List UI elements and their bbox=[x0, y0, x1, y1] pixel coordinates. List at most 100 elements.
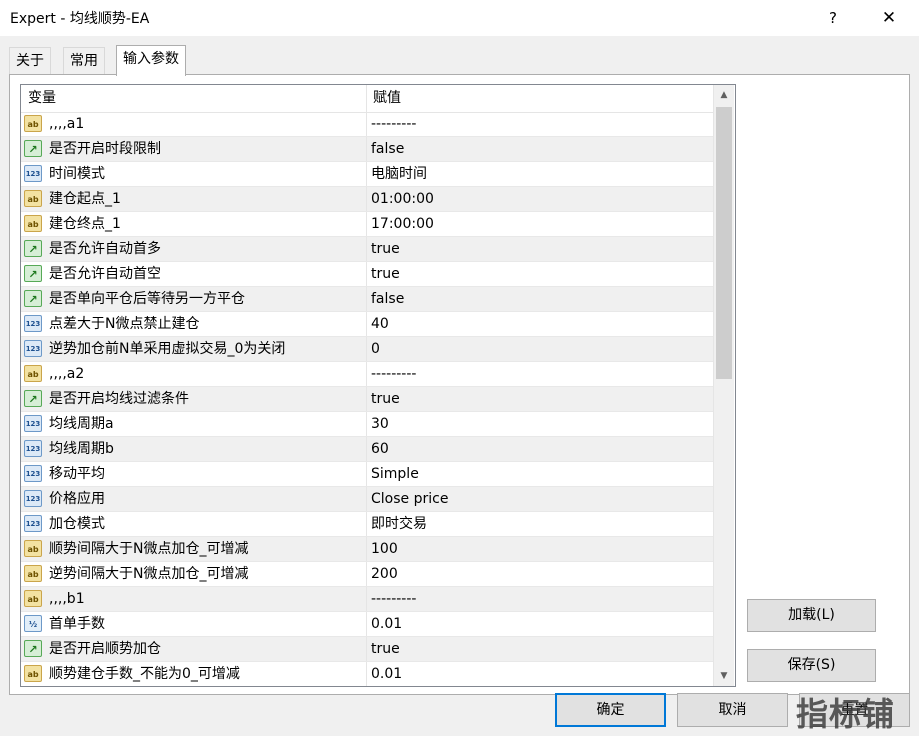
variable-value[interactable]: 电脑时间 bbox=[371, 162, 427, 186]
table-row[interactable]: 123 加仓模式 即时交易 bbox=[21, 512, 713, 537]
table-row[interactable]: 123 价格应用 Close price bbox=[21, 487, 713, 512]
tab-about[interactable]: 关于 bbox=[9, 47, 51, 74]
table-row[interactable]: ↗ 是否开启均线过滤条件 true bbox=[21, 387, 713, 412]
help-button[interactable]: ? bbox=[818, 4, 848, 32]
scroll-down-arrow-icon[interactable]: ▼ bbox=[714, 666, 734, 686]
variable-value[interactable]: 0 bbox=[371, 337, 380, 361]
variable-value[interactable]: true bbox=[371, 637, 400, 661]
tab-common[interactable]: 常用 bbox=[63, 47, 105, 74]
table-row[interactable]: ↗ 是否允许自动首空 true bbox=[21, 262, 713, 287]
scroll-up-arrow-icon[interactable]: ▲ bbox=[714, 85, 734, 105]
variable-value[interactable]: 40 bbox=[371, 312, 389, 336]
table-row[interactable]: ↗ 是否开启顺势加仓 true bbox=[21, 637, 713, 662]
table-row[interactable]: 123 均线周期b 60 bbox=[21, 437, 713, 462]
variable-name: 移动平均 bbox=[49, 466, 105, 482]
string-type-icon: ab bbox=[24, 190, 42, 207]
integer-type-icon: 123 bbox=[24, 340, 42, 357]
boolean-type-icon: ↗ bbox=[24, 640, 42, 657]
tab-inputs[interactable]: 输入参数 bbox=[116, 45, 186, 76]
variable-name: 首单手数 bbox=[49, 616, 105, 632]
variable-value[interactable]: 01:00:00 bbox=[371, 187, 434, 211]
variable-name: 均线周期b bbox=[49, 441, 114, 457]
table-row[interactable]: ab 顺势建仓手数_不能为0_可增减 0.01 bbox=[21, 662, 713, 686]
column-header-value[interactable]: 赋值 bbox=[373, 85, 401, 112]
variable-name: 时间模式 bbox=[49, 166, 105, 182]
vertical-scrollbar[interactable]: ▲ ▼ bbox=[713, 85, 734, 686]
variable-value[interactable]: 0.01 bbox=[371, 662, 402, 686]
integer-type-icon: 123 bbox=[24, 515, 42, 532]
inputs-grid[interactable]: 变量 赋值 ab ,,,,a1 --------- ↗ 是否开启时段限制 false 123… bbox=[20, 84, 736, 687]
table-row[interactable]: ↗ 是否允许自动首多 true bbox=[21, 237, 713, 262]
table-row[interactable]: 123 移动平均 Simple bbox=[21, 462, 713, 487]
grid-rows: ab ,,,,a1 --------- ↗ 是否开启时段限制 false 123 时间模式 电脑… bbox=[21, 112, 713, 686]
integer-type-icon: 123 bbox=[24, 490, 42, 507]
variable-value[interactable]: 17:00:00 bbox=[371, 212, 434, 236]
variable-value[interactable]: true bbox=[371, 387, 400, 411]
variable-value[interactable]: --------- bbox=[371, 112, 416, 136]
integer-type-icon: 123 bbox=[24, 465, 42, 482]
double-type-icon: ½ bbox=[24, 615, 42, 632]
cell-divider bbox=[366, 487, 367, 511]
variable-value[interactable]: 200 bbox=[371, 562, 398, 586]
variable-name: 是否开启顺势加仓 bbox=[49, 641, 161, 657]
cell-divider bbox=[366, 162, 367, 186]
table-row[interactable]: ab ,,,,b1 --------- bbox=[21, 587, 713, 612]
variable-value[interactable]: 0.01 bbox=[371, 612, 402, 636]
variable-value[interactable]: true bbox=[371, 262, 400, 286]
variable-value[interactable]: false bbox=[371, 287, 404, 311]
cell-divider bbox=[366, 637, 367, 661]
save-button[interactable]: 保存(S) bbox=[747, 649, 876, 682]
watermark-logo: 指标铺 bbox=[796, 695, 896, 733]
ok-button[interactable]: 确定 bbox=[555, 693, 666, 727]
variable-value[interactable]: true bbox=[371, 237, 400, 261]
table-row[interactable]: 123 时间模式 电脑时间 bbox=[21, 162, 713, 187]
variable-name: 逆势加仓前N单采用虚拟交易_0为关闭 bbox=[49, 341, 286, 357]
column-divider bbox=[366, 85, 367, 112]
variable-value[interactable]: 30 bbox=[371, 412, 389, 436]
cell-divider bbox=[366, 587, 367, 611]
cancel-button[interactable]: 取消 bbox=[677, 693, 788, 727]
cell-divider bbox=[366, 462, 367, 486]
variable-value[interactable]: 100 bbox=[371, 537, 398, 561]
string-type-icon: ab bbox=[24, 565, 42, 582]
cell-divider bbox=[366, 337, 367, 361]
variable-name: 是否允许自动首空 bbox=[49, 266, 161, 282]
table-row[interactable]: ab 顺势间隔大于N微点加仓_可增减 100 bbox=[21, 537, 713, 562]
variable-value[interactable]: --------- bbox=[371, 587, 416, 611]
integer-type-icon: 123 bbox=[24, 440, 42, 457]
load-button[interactable]: 加载(L) bbox=[747, 599, 876, 632]
variable-name: 均线周期a bbox=[49, 416, 114, 432]
variable-name: 建仓终点_1 bbox=[49, 216, 121, 232]
table-row[interactable]: 123 点差大于N微点禁止建仓 40 bbox=[21, 312, 713, 337]
table-row[interactable]: ½ 首单手数 0.01 bbox=[21, 612, 713, 637]
variable-name: ,,,,b1 bbox=[49, 591, 85, 607]
boolean-type-icon: ↗ bbox=[24, 140, 42, 157]
string-type-icon: ab bbox=[24, 540, 42, 557]
table-row[interactable]: 123 逆势加仓前N单采用虚拟交易_0为关闭 0 bbox=[21, 337, 713, 362]
variable-value[interactable]: Close price bbox=[371, 487, 448, 511]
boolean-type-icon: ↗ bbox=[24, 390, 42, 407]
variable-name: 是否允许自动首多 bbox=[49, 241, 161, 257]
table-row[interactable]: ab ,,,,a2 --------- bbox=[21, 362, 713, 387]
cell-divider bbox=[366, 112, 367, 136]
table-row[interactable]: ab 逆势间隔大于N微点加仓_可增减 200 bbox=[21, 562, 713, 587]
variable-name: 点差大于N微点禁止建仓 bbox=[49, 316, 200, 332]
variable-value[interactable]: false bbox=[371, 137, 404, 161]
variable-name: 是否单向平仓后等待另一方平仓 bbox=[49, 291, 245, 307]
variable-value[interactable]: 60 bbox=[371, 437, 389, 461]
variable-value[interactable]: --------- bbox=[371, 362, 416, 386]
variable-value[interactable]: Simple bbox=[371, 462, 419, 486]
close-button[interactable]: ✕ bbox=[874, 4, 904, 32]
window-title: Expert - 均线顺势-EA bbox=[10, 11, 150, 27]
table-row[interactable]: ab 建仓终点_1 17:00:00 bbox=[21, 212, 713, 237]
scroll-thumb[interactable] bbox=[716, 107, 732, 379]
table-row[interactable]: ab 建仓起点_1 01:00:00 bbox=[21, 187, 713, 212]
table-row[interactable]: ab ,,,,a1 --------- bbox=[21, 112, 713, 137]
column-header-variable[interactable]: 变量 bbox=[28, 85, 56, 112]
cell-divider bbox=[366, 612, 367, 636]
table-row[interactable]: ↗ 是否单向平仓后等待另一方平仓 false bbox=[21, 287, 713, 312]
table-row[interactable]: ↗ 是否开启时段限制 false bbox=[21, 137, 713, 162]
table-row[interactable]: 123 均线周期a 30 bbox=[21, 412, 713, 437]
variable-value[interactable]: 即时交易 bbox=[371, 512, 427, 536]
cell-divider bbox=[366, 312, 367, 336]
